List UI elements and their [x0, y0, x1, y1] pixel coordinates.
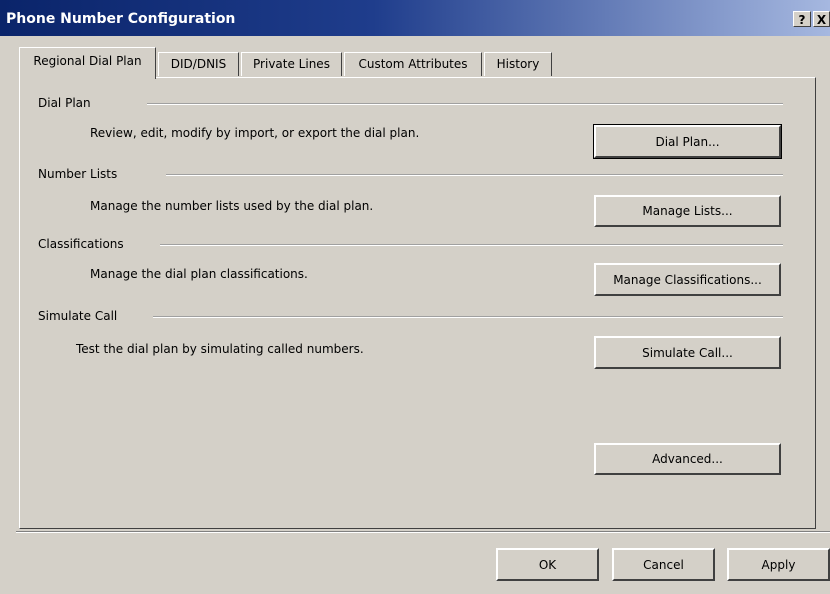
section-separator: [147, 103, 783, 105]
title-bar: Phone Number Configuration ? X: [0, 0, 830, 36]
dial-plan-description: Review, edit, modify by import, or expor…: [90, 126, 420, 140]
section-title-simulate-call: Simulate Call: [38, 309, 118, 323]
section-separator: [166, 174, 783, 176]
number-lists-description: Manage the number lists used by the dial…: [90, 199, 374, 213]
manage-classifications-button[interactable]: Manage Classifications...: [594, 263, 781, 296]
apply-button[interactable]: Apply: [727, 548, 830, 581]
section-title-number-lists: Number Lists: [38, 167, 118, 181]
dial-plan-button[interactable]: Dial Plan...: [593, 124, 782, 159]
tab-custom-attributes[interactable]: Custom Attributes: [344, 52, 482, 76]
cancel-button[interactable]: Cancel: [612, 548, 715, 581]
manage-lists-button[interactable]: Manage Lists...: [594, 195, 781, 227]
tab-did-dnis[interactable]: DID/DNIS: [158, 52, 239, 76]
simulate-call-description: Test the dial plan by simulating called …: [76, 342, 364, 356]
tab-private-lines[interactable]: Private Lines: [241, 52, 342, 76]
ok-button[interactable]: OK: [496, 548, 599, 581]
window-title: Phone Number Configuration: [6, 11, 236, 27]
advanced-button[interactable]: Advanced...: [594, 443, 781, 475]
footer-separator: [16, 531, 830, 533]
help-button[interactable]: ?: [793, 11, 811, 27]
close-button[interactable]: X: [813, 11, 830, 27]
section-separator: [160, 244, 783, 246]
tab-regional-dial-plan[interactable]: Regional Dial Plan: [19, 47, 156, 79]
section-title-classifications: Classifications: [38, 237, 124, 251]
tab-history[interactable]: History: [484, 52, 552, 76]
section-separator: [153, 316, 783, 318]
section-title-dial-plan: Dial Plan: [38, 96, 91, 110]
simulate-call-button[interactable]: Simulate Call...: [594, 336, 781, 369]
classifications-description: Manage the dial plan classifications.: [90, 267, 308, 281]
